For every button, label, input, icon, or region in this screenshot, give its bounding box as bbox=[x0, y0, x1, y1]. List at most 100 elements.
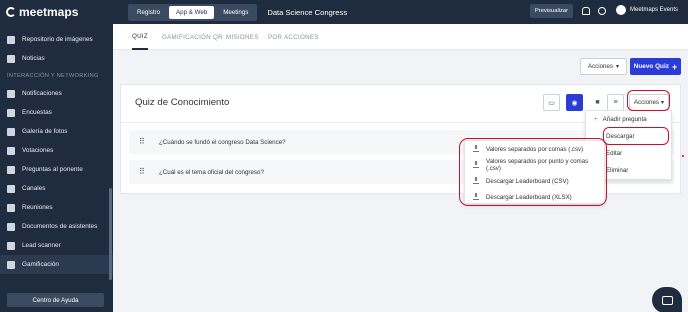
menu-item-add-question[interactable]: + Añadir pregunta bbox=[586, 111, 671, 128]
sidebar-item-attendee-documents[interactable]: Documentos de asistentes bbox=[0, 217, 113, 236]
sidebar-item-label: Lead scanner bbox=[22, 242, 61, 249]
list-icon: ≡ bbox=[613, 99, 618, 106]
tab-by-actions[interactable]: POR ACCIONES bbox=[268, 24, 319, 50]
list-button[interactable]: ≡ bbox=[607, 94, 624, 111]
menu-item-label: Añadir pregunta bbox=[602, 116, 647, 123]
user-menu[interactable]: Meetmaps Events bbox=[616, 5, 678, 15]
sidebar-item-photo-gallery[interactable]: Galería de fotos bbox=[0, 122, 113, 141]
submenu-item-label: Valores separados por comas (.csv) bbox=[486, 145, 584, 153]
sidebar-scrollbar[interactable] bbox=[109, 188, 112, 280]
vote-icon bbox=[7, 146, 15, 155]
segment-registro[interactable]: Registro bbox=[130, 6, 167, 19]
tab-quiz[interactable]: QUIZ bbox=[132, 24, 148, 50]
new-quiz-label: Nuevo Quiz bbox=[633, 63, 669, 70]
event-title: Data Science Congress bbox=[267, 7, 348, 17]
plus-icon: + bbox=[671, 61, 678, 72]
question-text: ¿Cuál es el tema oficial del congreso? bbox=[159, 168, 264, 176]
download-leaderboard-csv[interactable]: Descargar Leaderboard (CSV) bbox=[465, 173, 604, 189]
submenu-item-label: Descargar Leaderboard (CSV) bbox=[486, 177, 569, 185]
submenu-item-label: Descargar Leaderboard (XLSX) bbox=[486, 193, 572, 201]
question-text: ¿Cuándo se fundó el congreso Data Scienc… bbox=[159, 138, 286, 146]
sidebar-item-channels[interactable]: Canales bbox=[0, 179, 113, 198]
sidebar-item-notifications[interactable]: Notificaciones bbox=[0, 84, 113, 103]
download-csv-semicolon[interactable]: Valores separados por punto y comas (.cs… bbox=[465, 157, 604, 173]
new-quiz-button[interactable]: Nuevo Quiz + bbox=[630, 58, 681, 75]
scanner-icon bbox=[7, 241, 15, 250]
image-button[interactable]: ▭ bbox=[543, 94, 560, 111]
chat-icon bbox=[661, 295, 673, 305]
sidebar: meetmaps Repositorio de imágenes Noticia… bbox=[0, 0, 113, 312]
drag-handle-icon[interactable]: ⠿ bbox=[139, 168, 145, 176]
download-icon bbox=[473, 193, 479, 200]
download-csv-comma[interactable]: Valores separados por comas (.csv) bbox=[465, 141, 604, 157]
topbar: Registro App & Web Meetings Data Science… bbox=[113, 0, 688, 24]
user-name: Meetmaps Events bbox=[630, 7, 679, 13]
download-leaderboard-xlsx[interactable]: Descargar Leaderboard (XLSX) bbox=[465, 189, 604, 205]
tab-missions[interactable]: MISIONES bbox=[226, 24, 259, 50]
actions-dropdown-button[interactable]: Acciones ▾ bbox=[580, 58, 627, 75]
tab-bar: QUIZ GAMIFICACIÓN QR MISIONES POR ACCION… bbox=[113, 24, 688, 50]
channel-icon bbox=[7, 184, 15, 193]
chevron-down-icon: ▾ bbox=[661, 99, 665, 106]
quiz-title: Quiz de Conocimiento bbox=[135, 97, 230, 108]
lock-icon: ■ bbox=[595, 99, 600, 106]
segment-meetings[interactable]: Meetings bbox=[216, 6, 255, 19]
quiz-actions-button[interactable]: Acciones ▾ bbox=[629, 94, 669, 111]
sidebar-item-label: Reuniones bbox=[22, 204, 53, 211]
download-submenu: Valores separados por comas (.csv) Valor… bbox=[464, 140, 605, 204]
news-icon bbox=[7, 54, 15, 63]
plus-icon: + bbox=[594, 116, 598, 123]
drag-handle-icon[interactable]: ⠿ bbox=[139, 138, 145, 146]
logo-icon bbox=[6, 7, 16, 17]
image-icon: ▭ bbox=[548, 99, 555, 107]
annotation-dot bbox=[682, 155, 684, 157]
sidebar-item-image-repository[interactable]: Repositorio de imágenes bbox=[0, 30, 113, 49]
sidebar-item-speaker-questions[interactable]: Preguntas al ponente bbox=[0, 160, 113, 179]
download-icon bbox=[473, 161, 479, 168]
sidebar-item-news[interactable]: Noticias bbox=[0, 49, 113, 68]
bell-icon bbox=[7, 89, 15, 98]
download-icon bbox=[473, 145, 479, 152]
sidebar-item-label: Repositorio de imágenes bbox=[22, 36, 93, 43]
question-icon bbox=[7, 165, 15, 174]
documents-icon bbox=[7, 222, 15, 231]
image-folder-icon bbox=[7, 35, 15, 44]
download-icon bbox=[473, 177, 479, 184]
sidebar-item-polls[interactable]: Encuestas bbox=[0, 103, 113, 122]
segment-app-web[interactable]: App & Web bbox=[169, 5, 215, 19]
sidebar-item-lead-scanner[interactable]: Lead scanner bbox=[0, 236, 113, 255]
eye-icon: ◉ bbox=[571, 99, 578, 107]
trophy-icon bbox=[7, 260, 15, 269]
sidebar-item-votes[interactable]: Votaciones bbox=[0, 141, 113, 160]
photo-gallery-icon bbox=[7, 127, 15, 136]
preview-button[interactable]: Previsualizar bbox=[530, 4, 573, 18]
sidebar-item-label: Gamificación bbox=[22, 261, 59, 268]
sidebar-item-gamification[interactable]: Gamificación bbox=[0, 255, 113, 274]
poll-icon bbox=[7, 108, 15, 117]
chevron-down-icon: ▾ bbox=[616, 63, 620, 70]
sidebar-item-label: Encuestas bbox=[22, 109, 52, 116]
bell-icon[interactable] bbox=[582, 7, 590, 15]
sidebar-item-label: Notificaciones bbox=[22, 90, 62, 97]
avatar bbox=[616, 5, 626, 15]
menu-item-label: Descargar bbox=[606, 133, 635, 140]
menu-item-label: Eliminar bbox=[606, 167, 629, 174]
sidebar-item-label: Galería de fotos bbox=[22, 128, 68, 135]
sidebar-section-label: INTERACCIÓN Y NETWORKING bbox=[7, 73, 99, 79]
info-icon[interactable] bbox=[598, 7, 606, 15]
tab-gamification-qr[interactable]: GAMIFICACIÓN QR bbox=[162, 24, 223, 50]
help-center-button[interactable]: Centro de Ayuda bbox=[7, 293, 104, 307]
sidebar-item-label: Noticias bbox=[22, 55, 45, 62]
sidebar-item-label: Canales bbox=[22, 185, 46, 192]
chat-button[interactable] bbox=[652, 287, 682, 312]
logo-text: meetmaps bbox=[19, 5, 79, 19]
submenu-item-label: Valores separados por punto y comas (.cs… bbox=[485, 158, 589, 172]
menu-item-label: Editar bbox=[606, 150, 623, 157]
meeting-icon bbox=[7, 203, 15, 212]
logo[interactable]: meetmaps bbox=[0, 0, 113, 24]
quiz-actions-label: Acciones bbox=[633, 99, 659, 106]
visibility-button[interactable]: ◉ bbox=[566, 94, 583, 111]
actions-label: Acciones bbox=[587, 63, 613, 70]
lock-button[interactable]: ■ bbox=[589, 94, 606, 111]
sidebar-item-meetings[interactable]: Reuniones bbox=[0, 198, 113, 217]
